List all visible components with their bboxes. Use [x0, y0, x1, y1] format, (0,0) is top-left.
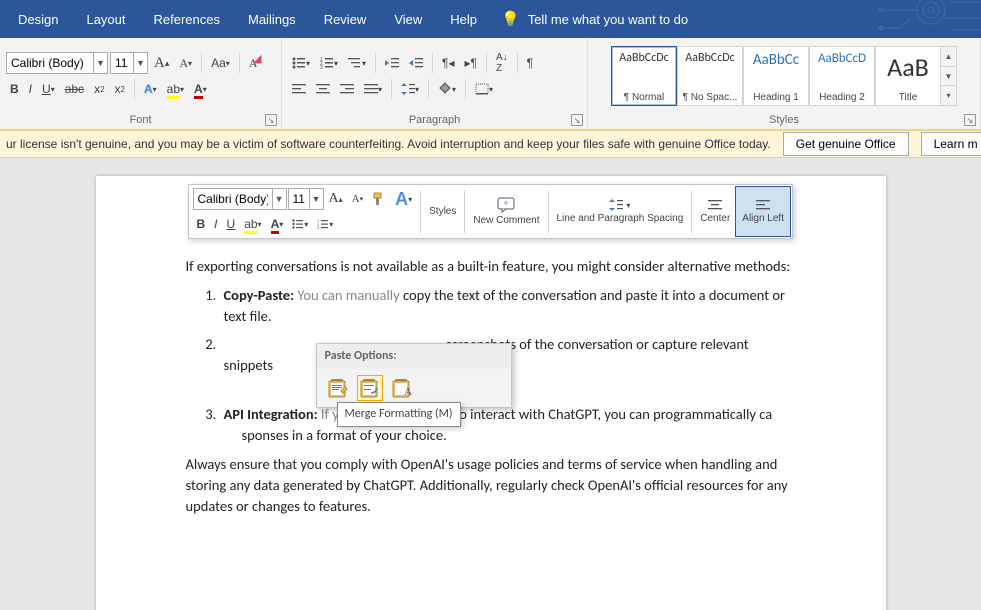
svg-text:3: 3: [320, 65, 323, 69]
font-name-combo[interactable]: ▼: [6, 52, 108, 74]
borders-button[interactable]: ▾: [471, 78, 497, 100]
bullets-button[interactable]: ▾: [288, 52, 314, 74]
menubar: Design Layout References Mailings Review…: [0, 0, 981, 38]
font-color-button[interactable]: A ▾: [190, 78, 211, 100]
menu-layout[interactable]: Layout: [72, 2, 139, 37]
styles-dialog-launcher[interactable]: ↘: [964, 114, 976, 126]
styles-group-label: Styles: [594, 112, 974, 129]
license-warning-bar: ur license isn't genuine, and you may be…: [0, 130, 981, 158]
page[interactable]: ▼ ▼ A▴ A▾ A▾ B I U ab▾ A▾ ▾ 123▾: [96, 176, 886, 610]
justify-button[interactable]: ▾: [360, 78, 386, 100]
subscript-button[interactable]: x2: [90, 78, 108, 100]
menu-help[interactable]: Help: [436, 2, 491, 37]
doc-li-3: API Integration: If you are using an API…: [220, 404, 796, 446]
ribbon-group-styles: AaBbCcDc¶ Normal AaBbCcDc¶ No Spac... Aa…: [588, 38, 981, 129]
underline-button[interactable]: U ▾: [38, 78, 59, 100]
style-heading1[interactable]: AaBbCcHeading 1: [743, 46, 809, 106]
menu-review[interactable]: Review: [310, 2, 381, 37]
ribbon-group-paragraph: ▾ 123▾ ▾ ¶◂ ▸¶ A↓Z ¶ ▾ ▾: [282, 38, 588, 129]
sort-button[interactable]: A↓Z: [492, 52, 512, 74]
chevron-down-icon[interactable]: ▼: [93, 53, 107, 73]
chevron-down-icon[interactable]: ▼: [133, 53, 147, 73]
paste-options-popup: Paste Options: A: [316, 343, 512, 408]
grow-font-button[interactable]: A▴: [150, 52, 173, 74]
style-gallery: AaBbCcDc¶ Normal AaBbCcDc¶ No Spac... Aa…: [611, 46, 957, 106]
style-gallery-expand[interactable]: ▲▼▾: [941, 46, 957, 106]
align-left-button[interactable]: [288, 78, 310, 100]
document-area: ▼ ▼ A▴ A▾ A▾ B I U ab▾ A▾ ▾ 123▾: [0, 158, 981, 610]
font-group-label: Font: [6, 112, 275, 129]
paste-merge-formatting[interactable]: [357, 375, 383, 401]
style-nospacing[interactable]: AaBbCcDc¶ No Spac...: [677, 46, 743, 106]
paragraph-group-label: Paragraph: [288, 112, 581, 129]
clear-formatting-button[interactable]: A◢: [245, 52, 262, 74]
tooltip-merge-formatting: Merge Formatting (M): [337, 402, 461, 427]
license-message: ur license isn't genuine, and you may be…: [0, 137, 777, 151]
menu-references[interactable]: References: [140, 2, 234, 37]
decrease-indent-button[interactable]: [381, 52, 403, 74]
style-heading2[interactable]: AaBbCcDHeading 2: [809, 46, 875, 106]
tell-me-search[interactable]: 💡 Tell me what you want to do: [501, 10, 688, 28]
paragraph-dialog-launcher[interactable]: ↘: [571, 114, 583, 126]
doc-intro: If exporting conversations is not availa…: [186, 256, 796, 277]
font-dialog-launcher[interactable]: ↘: [265, 114, 277, 126]
align-center-button[interactable]: [312, 78, 334, 100]
ribbon: ▼ ▼ A▴ A▾ Aa▾ A◢ B I U ▾ abc x2 x2 A ▾ a…: [0, 38, 981, 130]
style-title[interactable]: AaBTitle: [875, 46, 941, 106]
font-size-combo[interactable]: ▼: [110, 52, 148, 74]
decorative-circuit-icon: [781, 0, 981, 38]
multilevel-list-button[interactable]: ▾: [344, 52, 370, 74]
doc-outro: Always ensure that you comply with OpenA…: [186, 454, 796, 517]
menu-mailings[interactable]: Mailings: [234, 2, 310, 37]
learn-more-button[interactable]: Learn m: [921, 132, 981, 156]
text-effects-button[interactable]: A ▾: [140, 78, 161, 100]
ltr-button[interactable]: ¶◂: [438, 52, 458, 74]
superscript-button[interactable]: x2: [111, 78, 129, 100]
paste-options-title: Paste Options:: [317, 344, 511, 369]
highlight-button[interactable]: ab ▾: [163, 78, 188, 100]
shrink-font-button[interactable]: A▾: [175, 52, 196, 74]
ribbon-group-font: ▼ ▼ A▴ A▾ Aa▾ A◢ B I U ▾ abc x2 x2 A ▾ a…: [0, 38, 282, 129]
shading-button[interactable]: ▾: [434, 78, 460, 100]
show-marks-button[interactable]: ¶: [523, 52, 537, 74]
document-body[interactable]: If exporting conversations is not availa…: [186, 176, 796, 517]
numbering-button[interactable]: 123▾: [316, 52, 342, 74]
change-case-button[interactable]: Aa▾: [207, 52, 234, 74]
tell-me-label: Tell me what you want to do: [528, 12, 688, 27]
strikethrough-button[interactable]: abc: [61, 78, 88, 100]
italic-button[interactable]: I: [25, 78, 36, 100]
get-genuine-office-button[interactable]: Get genuine Office: [783, 132, 909, 156]
paste-keep-source-formatting[interactable]: [325, 375, 351, 401]
svg-text:A: A: [404, 386, 412, 398]
menu-view[interactable]: View: [380, 2, 436, 37]
font-size-input[interactable]: [111, 56, 133, 70]
paste-keep-text-only[interactable]: A: [389, 375, 415, 401]
increase-indent-button[interactable]: [405, 52, 427, 74]
style-normal[interactable]: AaBbCcDc¶ Normal: [611, 46, 677, 106]
menu-design[interactable]: Design: [4, 2, 72, 37]
rtl-button[interactable]: ▸¶: [461, 52, 481, 74]
bold-button[interactable]: B: [6, 78, 23, 100]
align-right-button[interactable]: [336, 78, 358, 100]
font-name-input[interactable]: [7, 56, 93, 70]
lightbulb-icon: 💡: [501, 10, 520, 28]
line-spacing-button[interactable]: ▾: [397, 78, 423, 100]
doc-li-1: Copy-Paste: You can manually copy the te…: [220, 285, 796, 327]
